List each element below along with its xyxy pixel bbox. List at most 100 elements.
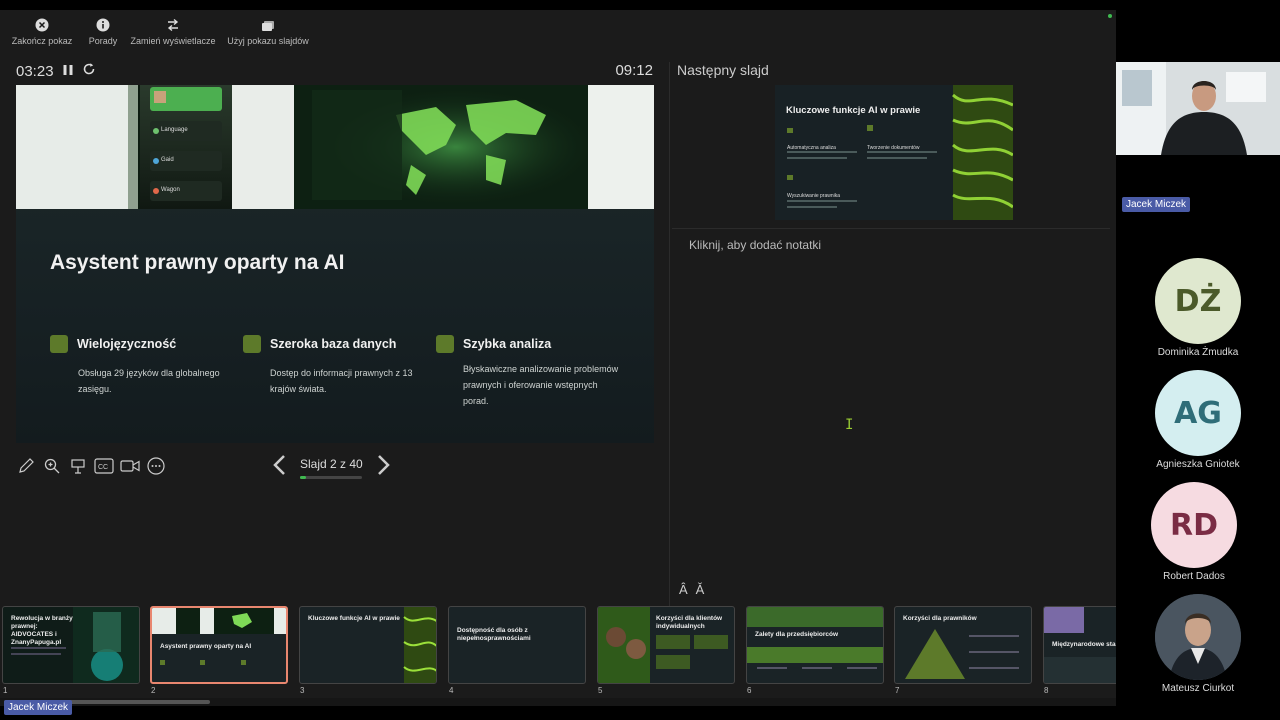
swap-icon (166, 18, 180, 32)
thumbnail-title: Asystent prawny oparty na AI (160, 643, 252, 650)
feature-title: Szeroka baza danych (270, 337, 397, 351)
elapsed-time: 03:23 (16, 62, 54, 80)
panel-divider (669, 62, 670, 608)
slide-progress (300, 475, 362, 479)
thumbnail-slide[interactable]: Kluczowe funkcje AI w prawie (299, 606, 437, 684)
zoom-icon[interactable] (42, 457, 62, 475)
thumbnail-slide[interactable]: Korzyści dla klientów indywidualnych (597, 606, 735, 684)
next-slide-item: Wyszukiwanie prawnika (787, 193, 841, 199)
feature-desc: Dostęp do informacji prawnych z 13 krajó… (270, 368, 413, 394)
next-slide-icon[interactable] (375, 454, 391, 481)
avatar-photo (1155, 594, 1241, 680)
presenter-name-tag: Jacek Miczek (4, 700, 73, 715)
next-slide-preview[interactable]: Kluczowe funkcje AI w prawie Automatyczn… (775, 85, 1013, 220)
increase-font-button[interactable]: Â (679, 582, 688, 597)
svg-text:CC: CC (98, 464, 108, 471)
avatar: DŻ (1155, 258, 1241, 344)
participant-tile[interactable]: Mateusz Ciurkot (1136, 594, 1260, 694)
participant-name: Mateusz Ciurkot (1161, 683, 1235, 694)
laser-pointer-icon[interactable] (68, 457, 88, 475)
previous-slide-icon[interactable] (272, 454, 288, 481)
elapsed-timer: 03:23 (16, 62, 96, 80)
restart-icon[interactable] (82, 62, 96, 80)
current-slide: Language Gaid Wagon Asystent prawny opar… (16, 85, 654, 443)
thumbnail-slide-active[interactable]: Asystent prawny oparty na AI (150, 606, 288, 684)
thumbnail-title: Zalety dla przedsiębiorców (755, 631, 839, 638)
current-time: 09:12 (615, 62, 653, 79)
feature-title: Wielojęzyczność (77, 337, 177, 351)
participant-name: Robert Dados (1163, 571, 1225, 582)
thumbnail-slide[interactable]: Dostępność dla osób z niepełnosprawności… (448, 606, 586, 684)
participant-tile[interactable]: RD Robert Dados (1132, 482, 1256, 582)
slide-counter-block: Slajd 2 z 40 (300, 457, 363, 479)
avatar: RD (1151, 482, 1237, 568)
more-options-icon[interactable] (146, 457, 166, 475)
notes-divider (672, 228, 1110, 229)
feature-bullet (243, 335, 261, 353)
slide-progress-fill (300, 475, 306, 479)
next-slide-title: Kluczowe funkcje AI w prawie (786, 105, 921, 116)
thumbnail-number: 7 (895, 686, 900, 695)
thumbnail-number: 8 (1044, 686, 1049, 695)
close-circle-icon (35, 18, 49, 32)
presenter-view: Zakończ pokaz Porady Zamień wyświetlacze… (0, 10, 1116, 706)
next-slide-item: Tworzenie dokumentów (867, 145, 920, 151)
toolbar: Zakończ pokaz Porady Zamień wyświetlacze… (0, 10, 1116, 50)
photo-label-language: Language (161, 127, 188, 133)
app-window: Zakończ pokaz Porady Zamień wyświetlacze… (0, 0, 1280, 720)
photo-label-wagon: Wagon (161, 187, 180, 193)
thumbnail-slide[interactable]: Korzyści dla prawników (894, 606, 1032, 684)
slide-counter: Slajd 2 z 40 (300, 456, 363, 471)
slideshow-icon (261, 18, 275, 32)
pause-icon[interactable] (62, 63, 74, 80)
thumbnail-number: 6 (747, 686, 752, 695)
feature-title: Szybka analiza (463, 337, 552, 351)
captions-icon[interactable]: CC (94, 457, 114, 475)
participant-name: Agnieszka Gniotek (1156, 459, 1240, 470)
thumbnail-scrollbar[interactable] (0, 698, 1116, 706)
recording-indicator (1108, 14, 1112, 18)
swap-displays-button[interactable]: Zamień wyświetlacze (126, 10, 220, 50)
slide-navigation: Slajd 2 z 40 (272, 454, 391, 481)
participant-video[interactable] (1116, 62, 1280, 155)
thumbnail-number: 3 (300, 686, 305, 695)
slide-thumbnails: Rewolucja w branży prawnej: AIDVOCATES i… (0, 606, 1116, 698)
photo-label-gaid: Gaid (161, 157, 174, 163)
thumbnail-slide[interactable]: Międzynarodowe stan (1043, 606, 1116, 684)
feature-desc: Obsługa 29 języków dla globalnego zasięg… (78, 368, 220, 394)
tips-button[interactable]: Porady (84, 10, 122, 50)
thumbnail-number: 2 (151, 686, 156, 695)
feature-bullet (436, 335, 454, 353)
thumbnail-title: Korzyści dla klientów indywidualnych (656, 615, 723, 630)
thumbnail-number: 4 (449, 686, 454, 695)
use-slideshow-button[interactable]: Użyj pokazu slajdów (222, 10, 314, 50)
participant-tile[interactable]: DŻ Dominika Żmudka (1136, 258, 1260, 358)
thumbnail-title: Kluczowe funkcje AI w prawie (308, 615, 400, 622)
thumbnail-slide[interactable]: Zalety dla przedsiębiorców (746, 606, 884, 684)
thumbnail-title: Korzyści dla prawników (903, 615, 977, 622)
video-name-tag: Jacek Miczek (1122, 197, 1191, 212)
slide-photo: Language Gaid Wagon (16, 85, 654, 209)
feature-database: Szeroka baza danych Dostęp do informacji… (243, 335, 423, 397)
end-show-button[interactable]: Zakończ pokaz (0, 10, 84, 50)
pen-icon[interactable] (16, 457, 36, 475)
text-cursor-icon: I (845, 417, 854, 433)
font-size-controls: Â Ǎ (679, 582, 704, 597)
thumbnail-slide[interactable]: Rewolucja w branży prawnej: AIDVOCATES i… (2, 606, 140, 684)
thumbnail-title: Międzynarodowe stan (1052, 641, 1116, 648)
feature-desc: Błyskawiczne analizowanie problemów praw… (463, 364, 619, 406)
participant-tile[interactable]: AG Agnieszka Gniotek (1136, 370, 1260, 470)
next-slide-item: Automatyczna analiza (787, 145, 836, 151)
thumbnail-title: Dostępność dla osób z niepełnosprawności… (457, 627, 531, 642)
slide-title: Asystent prawny oparty na AI (50, 251, 345, 274)
camera-icon[interactable] (120, 457, 140, 475)
feature-bullet (50, 335, 68, 353)
feature-multilingual: Wielojęzyczność Obsługa 29 języków dla g… (50, 335, 230, 397)
avatar: AG (1155, 370, 1241, 456)
notes-area[interactable]: Kliknij, aby dodać notatki (689, 238, 821, 252)
participant-name: Dominika Żmudka (1157, 347, 1239, 358)
info-icon (96, 18, 110, 32)
next-slide-label: Następny slajd (677, 62, 769, 78)
decrease-font-button[interactable]: Ǎ (696, 582, 705, 597)
thumbnail-number: 5 (598, 686, 603, 695)
